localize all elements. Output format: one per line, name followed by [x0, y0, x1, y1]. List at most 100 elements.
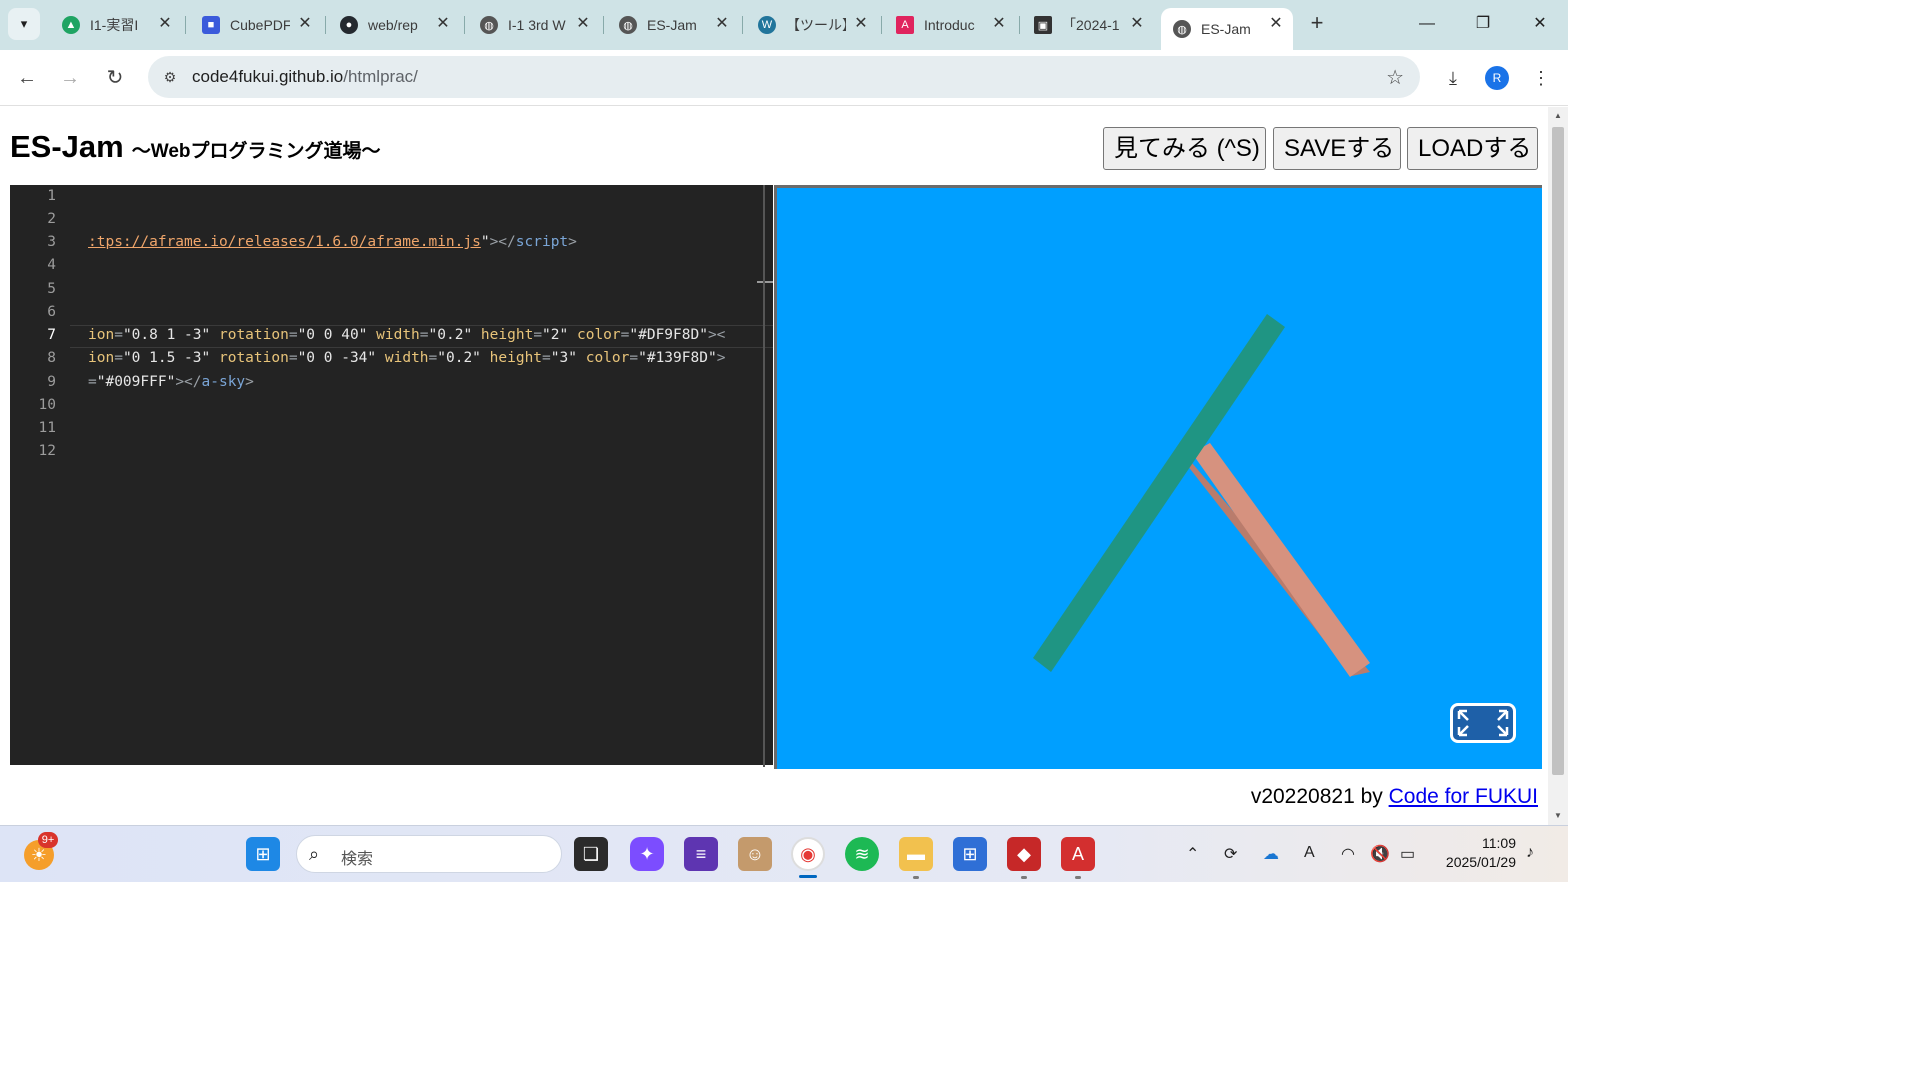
- tab-title: CubePDF: [230, 17, 290, 33]
- code-editor[interactable]: 1 2 3 4 5 6 7 8 9 10 11 12 :tps://aframe…: [10, 185, 773, 765]
- scrollbar-thumb[interactable]: [1552, 127, 1564, 775]
- wordpress-icon: W: [758, 16, 776, 34]
- profile-avatar[interactable]: R: [1485, 66, 1509, 90]
- close-tab-icon[interactable]: ✕: [852, 15, 870, 33]
- clock-date: 2025/01/29: [1445, 854, 1516, 870]
- browser-tab[interactable]: ◍ I-1 3rd W ✕: [468, 8, 600, 42]
- app-title-text: ES-Jam: [10, 129, 124, 164]
- spotify-icon[interactable]: ≋: [845, 837, 879, 871]
- sync-icon[interactable]: ⟳: [1224, 844, 1237, 864]
- download-icon[interactable]: ⤓: [1439, 64, 1467, 92]
- close-window-icon[interactable]: ✕: [1520, 10, 1560, 38]
- new-tab-plus-icon[interactable]: +: [1305, 12, 1329, 36]
- file-explorer-icon[interactable]: ▬: [899, 837, 933, 871]
- aframe-preview[interactable]: [774, 185, 1542, 769]
- task-view-icon[interactable]: ❏: [574, 837, 608, 871]
- weather-badge: 9+: [38, 832, 58, 848]
- site-settings-icon[interactable]: ⚙: [160, 67, 180, 87]
- browser-tab-active[interactable]: ◍ ES-Jam ✕: [1161, 8, 1293, 50]
- active-app-indicator: [799, 875, 817, 878]
- close-tab-icon[interactable]: ✕: [1128, 15, 1146, 33]
- line-number: 6: [47, 304, 56, 320]
- browser-tab[interactable]: A Introduc ✕: [884, 8, 1016, 42]
- running-app-dot: [1075, 876, 1081, 879]
- acrobat-reader-icon[interactable]: A: [1061, 837, 1095, 871]
- code-tag: a-sky: [201, 374, 246, 390]
- close-tab-icon[interactable]: ✕: [1267, 15, 1285, 33]
- notification-bell-icon[interactable]: ♪: [1526, 844, 1534, 862]
- close-tab-icon[interactable]: ✕: [990, 15, 1008, 33]
- code-value: "0.8 1 -3": [122, 327, 211, 343]
- code-attr: color: [585, 350, 630, 366]
- minimize-window-icon[interactable]: —: [1407, 10, 1447, 38]
- windows-start-icon[interactable]: ⊞: [246, 837, 280, 871]
- reload-icon[interactable]: ↻: [101, 64, 129, 92]
- close-tab-icon[interactable]: ✕: [156, 15, 174, 33]
- game-app-icon[interactable]: ☺: [738, 837, 772, 871]
- fullscreen-button[interactable]: [1450, 703, 1516, 743]
- scroll-down-arrow-icon[interactable]: ▼: [1552, 811, 1564, 821]
- browser-tab[interactable]: W 【ツール】 ✕: [746, 8, 878, 42]
- close-tab-icon[interactable]: ✕: [296, 15, 314, 33]
- script-src-url: :tps://aframe.io/releases/1.6.0/aframe.m…: [88, 234, 481, 250]
- speaker-muted-icon[interactable]: 🔇: [1370, 844, 1390, 864]
- code-token: >: [245, 374, 254, 390]
- code-for-fukui-link[interactable]: Code for FUKUI: [1389, 785, 1538, 808]
- contact-card-icon: ▣: [1034, 16, 1052, 34]
- code-attr: color: [576, 327, 621, 343]
- scroll-up-arrow-icon[interactable]: ▲: [1552, 111, 1564, 121]
- tab-search-chevron-icon[interactable]: ▾: [8, 8, 40, 40]
- browser-tab[interactable]: ■ CubePDF ✕: [190, 8, 322, 42]
- address-bar[interactable]: ⚙ code4fukui.github.io/htmlprac/ ☆: [148, 56, 1420, 98]
- close-tab-icon[interactable]: ✕: [434, 15, 452, 33]
- bookmark-star-icon[interactable]: ☆: [1386, 65, 1404, 90]
- line-number: 1: [47, 188, 56, 204]
- forward-arrow-icon[interactable]: →: [56, 64, 84, 92]
- line-number-current: 7: [47, 327, 56, 343]
- code-line-3: :tps://aframe.io/releases/1.6.0/aframe.m…: [88, 234, 577, 250]
- browser-tab[interactable]: ◍ ES-Jam ✕: [607, 8, 739, 42]
- wifi-icon[interactable]: ◠: [1341, 844, 1355, 864]
- tab-separator: [325, 16, 326, 34]
- code-line-7: ion="0.8 1 -3" rotation="0 0 40" width="…: [88, 327, 726, 343]
- browser-tab[interactable]: ● web/rep ✕: [328, 8, 460, 42]
- browser-tab[interactable]: ▣ 「2024-1 ✕: [1022, 8, 1154, 42]
- search-icon: ⌕: [309, 844, 320, 864]
- code-token: ></: [489, 234, 516, 250]
- save-button[interactable]: SAVEする: [1273, 127, 1401, 170]
- tab-title: ES-Jam: [1201, 21, 1251, 37]
- tab-title: ES-Jam: [647, 17, 697, 33]
- taskbar-search-box[interactable]: ⌕ 検索: [296, 835, 562, 873]
- pane-splitter[interactable]: [763, 185, 765, 767]
- onedrive-cloud-icon[interactable]: ☁: [1263, 844, 1279, 864]
- battery-icon[interactable]: ▭: [1400, 844, 1415, 864]
- input-method-icon[interactable]: A: [1304, 844, 1315, 862]
- tab-title: I1-実習I: [90, 17, 139, 33]
- chrome-icon[interactable]: ◉: [791, 837, 825, 871]
- close-tab-icon[interactable]: ✕: [574, 15, 592, 33]
- tab-separator: [742, 16, 743, 34]
- url-text: code4fukui.github.io/htmlprac/: [192, 67, 418, 87]
- close-tab-icon[interactable]: ✕: [713, 15, 731, 33]
- clipchamp-icon[interactable]: ≡: [684, 837, 718, 871]
- show-hidden-icons-chevron-icon[interactable]: ⌃: [1186, 844, 1199, 864]
- version-footer: v20220821 by Code for FUKUI: [1251, 785, 1538, 809]
- code-value: "0.2": [437, 350, 481, 366]
- line-number: 3: [47, 234, 56, 250]
- code-value: "#DF9F8D": [629, 327, 708, 343]
- copilot-icon[interactable]: ✦: [630, 837, 664, 871]
- restore-window-icon[interactable]: ❐: [1463, 10, 1503, 38]
- browser-tab[interactable]: ▲ I1-実習I ✕: [50, 8, 182, 42]
- code-attr: width: [376, 327, 420, 343]
- back-arrow-icon[interactable]: ←: [13, 64, 41, 92]
- globe-icon: ◍: [1173, 20, 1191, 38]
- line-number: 2: [47, 211, 56, 227]
- more-menu-icon[interactable]: ⋮: [1527, 64, 1555, 92]
- microsoft-store-icon[interactable]: ⊞: [953, 837, 987, 871]
- cube-app-icon[interactable]: ◆: [1007, 837, 1041, 871]
- page-scrollbar[interactable]: ▲ ▼: [1548, 107, 1568, 825]
- load-button[interactable]: LOADする: [1407, 127, 1538, 170]
- preview-button[interactable]: 見てみる (^S): [1103, 127, 1266, 170]
- code-token: >: [716, 350, 726, 366]
- system-clock[interactable]: 11:09 2025/01/29: [1438, 834, 1516, 872]
